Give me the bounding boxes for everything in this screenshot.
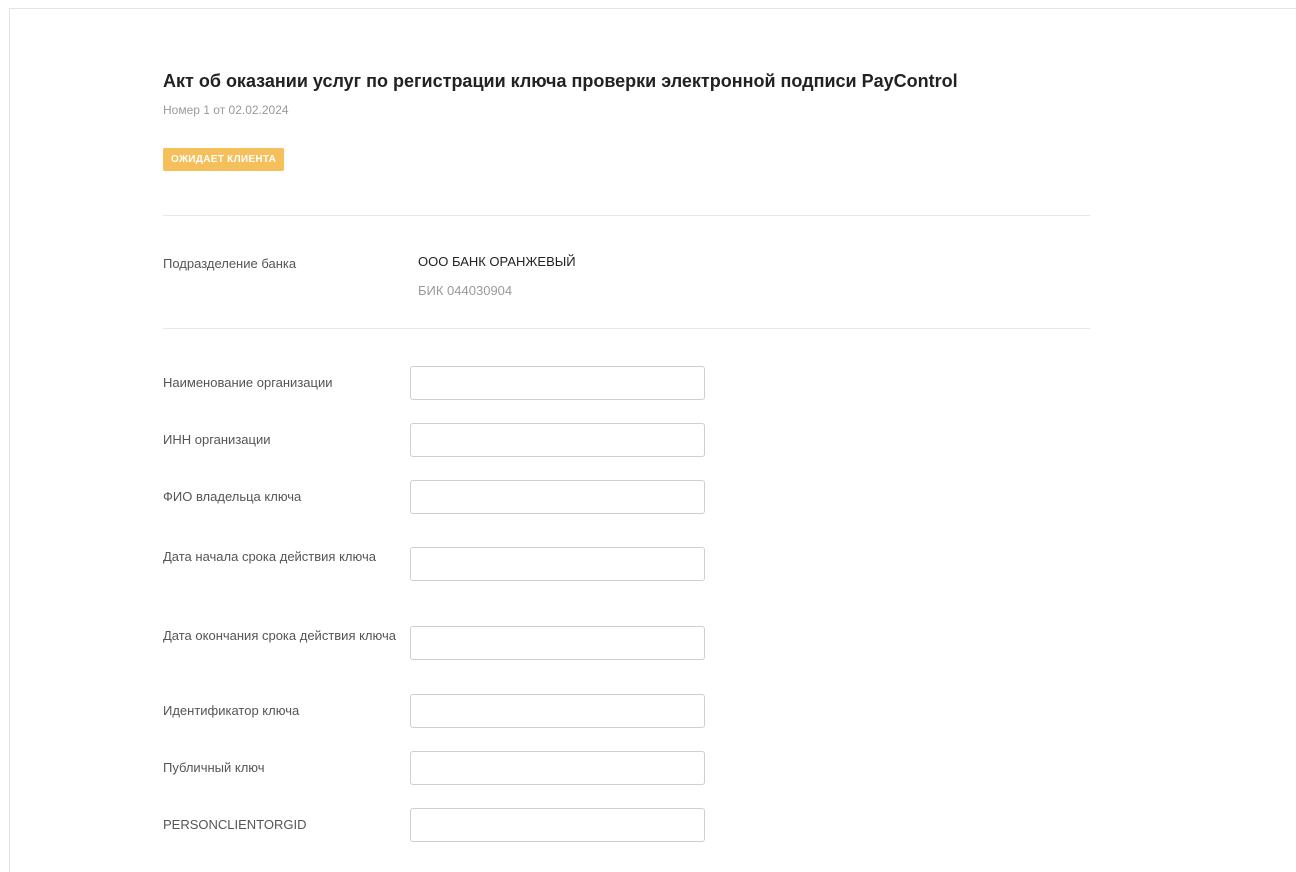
key-end-date-label: Дата окончания срока действия ключа — [163, 628, 396, 643]
divider — [163, 215, 1090, 216]
key-id-input[interactable] — [410, 694, 705, 728]
public-key-label: Публичный ключ — [163, 760, 265, 775]
key-start-date-input[interactable] — [410, 547, 705, 581]
document-number: Номер 1 от 02.02.2024 — [163, 103, 289, 117]
key-owner-label: ФИО владельца ключа — [163, 489, 302, 504]
org-inn-input[interactable] — [410, 423, 705, 457]
bank-bik: БИК 044030904 — [418, 283, 513, 298]
key-id-label: Идентификатор ключа — [163, 703, 300, 718]
key-owner-input[interactable] — [410, 480, 705, 514]
key-start-date-label: Дата начала срока действия ключа — [163, 549, 376, 564]
key-end-date-input[interactable] — [410, 626, 705, 660]
public-key-input[interactable] — [410, 751, 705, 785]
divider — [163, 328, 1090, 329]
bank-name: ООО БАНК ОРАНЖЕВЫЙ — [418, 254, 576, 269]
org-name-input[interactable] — [410, 366, 705, 400]
person-client-org-id-label: PERSONCLIENTORGID — [163, 817, 307, 832]
person-client-org-id-input[interactable] — [410, 808, 705, 842]
bank-division-label: Подразделение банка — [163, 256, 297, 271]
status-badge: ОЖИДАЕТ КЛИЕНТА — [163, 148, 285, 171]
org-inn-label: ИНН организации — [163, 432, 271, 447]
org-name-label: Наименование организации — [163, 375, 333, 390]
page-title: Акт об оказании услуг по регистрации клю… — [163, 71, 958, 91]
